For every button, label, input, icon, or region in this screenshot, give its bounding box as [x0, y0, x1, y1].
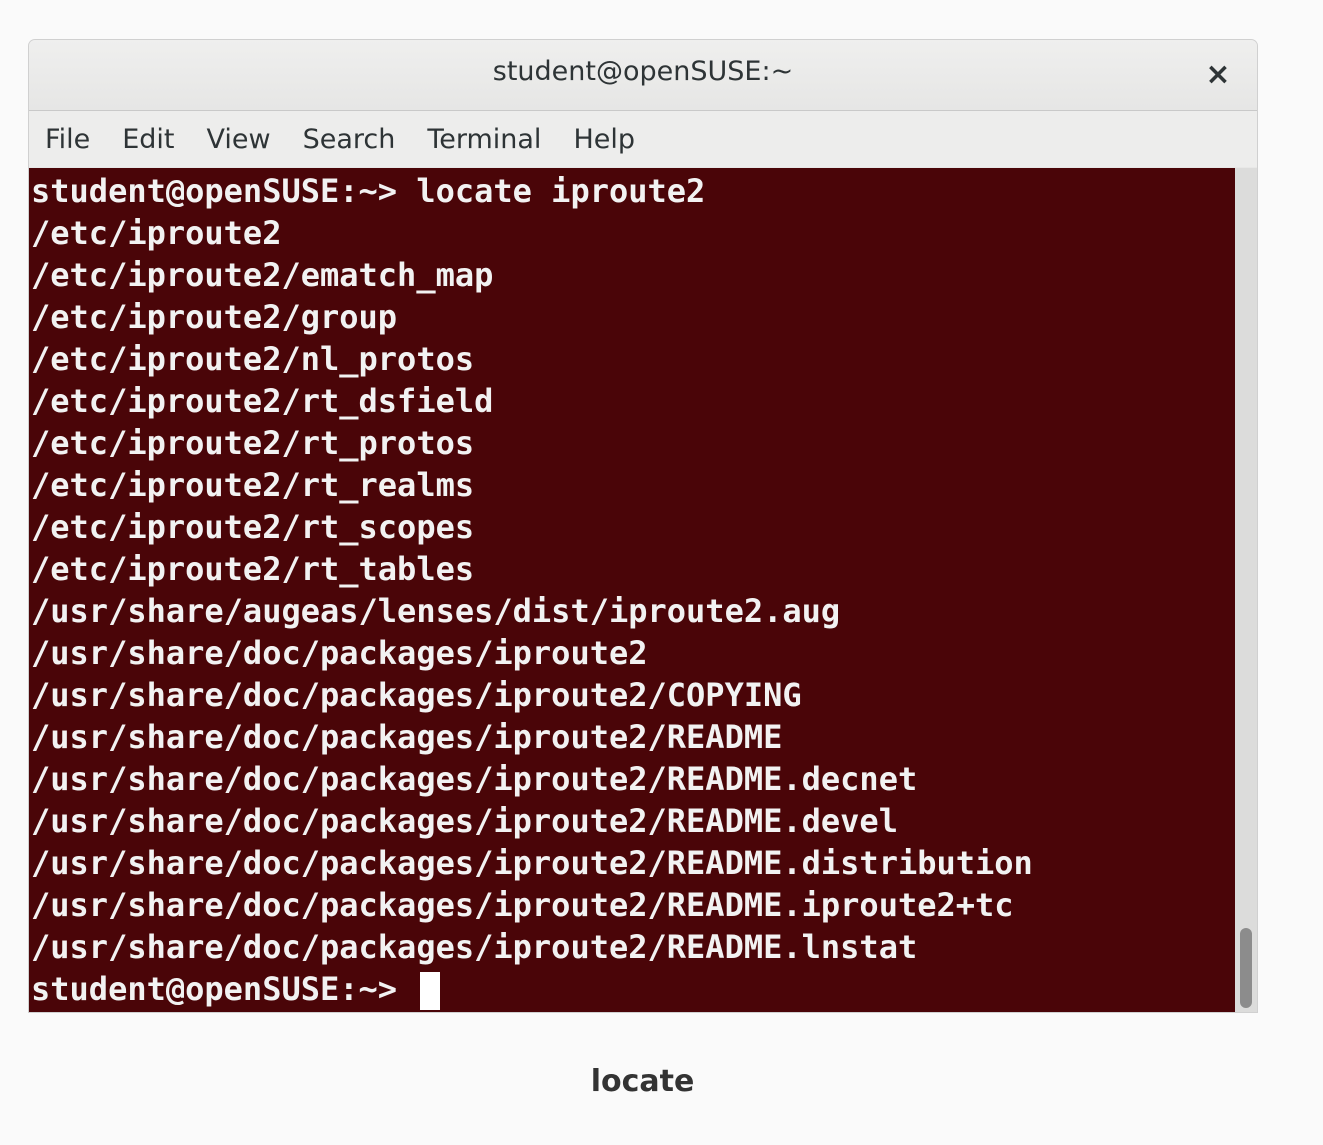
- text-cursor: [420, 972, 441, 1010]
- prompt-text: student@openSUSE:~>: [31, 970, 417, 1008]
- scrollbar-thumb[interactable]: [1240, 928, 1252, 1008]
- scrollbar[interactable]: [1235, 168, 1257, 1012]
- terminal-line: /etc/iproute2/nl_protos: [31, 340, 475, 378]
- terminal-line: student@openSUSE:~> locate iproute2: [31, 172, 706, 210]
- terminal-line: /etc/iproute2/group: [31, 298, 398, 336]
- close-icon[interactable]: ×: [1201, 58, 1235, 92]
- terminal-line: /usr/share/doc/packages/iproute2/README.…: [31, 886, 1014, 924]
- terminal-line: /usr/share/doc/packages/iproute2/README: [31, 718, 783, 756]
- terminal-line: /usr/share/augeas/lenses/dist/iproute2.a…: [31, 592, 841, 630]
- terminal-line: /usr/share/doc/packages/iproute2/README.…: [31, 844, 1033, 882]
- menu-help[interactable]: Help: [563, 124, 651, 155]
- title-bar[interactable]: student@openSUSE:~ ×: [29, 40, 1257, 111]
- terminal-line: /etc/iproute2/rt_realms: [31, 466, 475, 504]
- menu-search[interactable]: Search: [293, 124, 412, 155]
- caption: locate: [590, 1064, 695, 1099]
- terminal-line: /etc/iproute2/rt_dsfield: [31, 382, 494, 420]
- menu-edit[interactable]: Edit: [112, 124, 190, 155]
- terminal-output[interactable]: student@openSUSE:~> locate iproute2 /etc…: [29, 168, 1235, 1012]
- menu-view[interactable]: View: [196, 124, 286, 155]
- menu-file[interactable]: File: [35, 124, 106, 155]
- terminal-line: /etc/iproute2: [31, 214, 282, 252]
- terminal-line: /usr/share/doc/packages/iproute2/README.…: [31, 802, 898, 840]
- terminal-window: student@openSUSE:~ × File Edit View Sear…: [29, 40, 1257, 1012]
- menu-bar: File Edit View Search Terminal Help: [29, 111, 1257, 167]
- prompt-line[interactable]: student@openSUSE:~>: [31, 968, 1235, 1010]
- terminal-line: /usr/share/doc/packages/iproute2: [31, 634, 648, 672]
- terminal-line: /etc/iproute2/ematch_map: [31, 256, 494, 294]
- terminal-line: /usr/share/doc/packages/iproute2/README.…: [31, 760, 918, 798]
- menu-terminal[interactable]: Terminal: [417, 124, 557, 155]
- terminal-line: /usr/share/doc/packages/iproute2/COPYING: [31, 676, 802, 714]
- terminal-line: /etc/iproute2/rt_protos: [31, 424, 475, 462]
- terminal-line: /usr/share/doc/packages/iproute2/README.…: [31, 928, 918, 966]
- window-title: student@openSUSE:~: [492, 56, 794, 87]
- terminal-line: /etc/iproute2/rt_tables: [31, 550, 475, 588]
- terminal-line: /etc/iproute2/rt_scopes: [31, 508, 475, 546]
